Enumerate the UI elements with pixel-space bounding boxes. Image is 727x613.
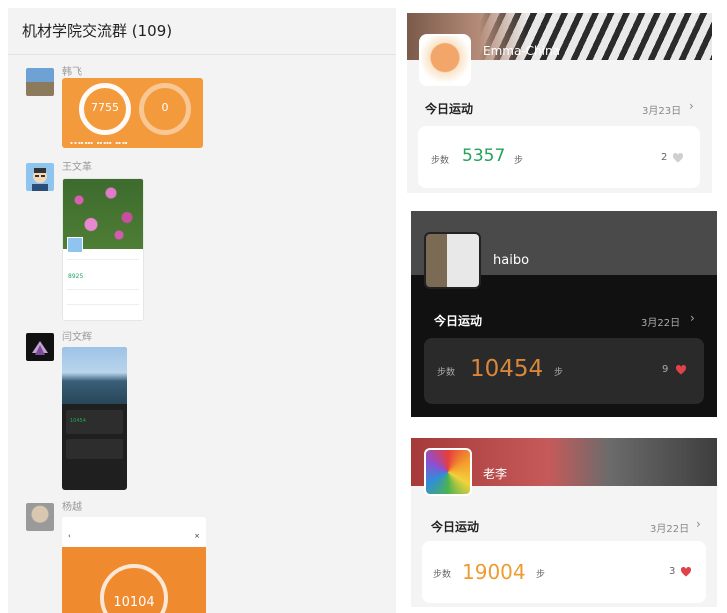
chevron-right-icon[interactable]: › [689, 99, 694, 113]
steps-card[interactable]: 步数 10454 步 9 [424, 338, 704, 404]
shared-image[interactable]: ‹ × 10104 [62, 517, 206, 613]
steps-value: 10454 [470, 356, 544, 382]
steps-value: 10104 [113, 595, 155, 610]
avatar[interactable] [26, 163, 54, 191]
close-icon: × [194, 532, 200, 540]
steps-card: 10454 [66, 410, 123, 434]
divider [67, 289, 139, 290]
sender-name: 王文革 [62, 162, 92, 173]
steps-value: 19004 [462, 560, 526, 584]
avatar[interactable] [26, 333, 54, 361]
steps-label: 步数 [433, 570, 452, 580]
steps-value: 8925 [68, 273, 84, 280]
avatar[interactable] [424, 232, 481, 289]
heart-icon[interactable] [675, 364, 687, 376]
steps-label: 步数 [437, 368, 456, 378]
steps-unit: 步 [536, 570, 546, 580]
divider [8, 54, 396, 55]
sender-name: 闫文辉 [62, 332, 92, 343]
avatar[interactable] [419, 34, 471, 86]
heart-icon[interactable] [672, 152, 684, 164]
today-label: 今日运动 [425, 102, 474, 116]
chevron-right-icon[interactable]: › [690, 311, 695, 325]
steps-card[interactable]: 步数 5357 步 2 [418, 126, 700, 188]
like-count: 3 [669, 566, 676, 577]
ring-value: 7755 [91, 101, 119, 114]
steps-unit: 步 [554, 368, 564, 378]
stat-footer: ▪ ▪ ▪▪ ▪▪▪ ▪▪ ▪▪▪ ▪▪ ▪▪ [70, 140, 128, 145]
shared-image[interactable]: 7755 0 ▪ ▪ ▪▪ ▪▪▪ ▪▪ ▪▪▪ ▪▪ ▪▪ [62, 78, 203, 148]
steps-card[interactable]: 步数 19004 步 3 [422, 541, 706, 603]
back-icon: ‹ [68, 532, 71, 540]
info-card [66, 439, 123, 459]
status-bar [62, 517, 206, 527]
steps-unit: 步 [514, 156, 524, 166]
avatar[interactable] [424, 448, 472, 496]
profile-card: 老李 今日运动 3月22日 › 步数 19004 步 3 [411, 438, 717, 607]
sender-name: 韩飞 [62, 67, 82, 78]
steps-panel: 10104 [62, 547, 206, 613]
steps-label: 步数 [431, 156, 450, 166]
steps-value: 10454 [70, 418, 86, 424]
lake-photo [62, 347, 127, 404]
avatar[interactable] [26, 503, 54, 531]
sender-name: 杨越 [62, 502, 82, 513]
shared-image[interactable]: 8925 [62, 178, 144, 321]
today-label: 今日运动 [434, 314, 483, 328]
today-label: 今日运动 [431, 520, 480, 534]
divider [67, 304, 139, 305]
like-count: 2 [661, 152, 668, 163]
chat-title: 机材学院交流群 (109) [22, 22, 173, 40]
nav-bar: ‹ × [62, 527, 206, 547]
profile-card: haibo 今日运动 3月22日 › 步数 10454 步 9 [411, 211, 717, 417]
chevron-right-icon[interactable]: › [696, 517, 701, 531]
like-count: 9 [662, 364, 669, 375]
shared-image[interactable]: 10454 [62, 347, 127, 490]
date-label[interactable]: 3月22日 [650, 520, 689, 535]
avatar [67, 237, 83, 253]
secondary-ring: 0 [139, 83, 191, 135]
date-label[interactable]: 3月22日 [641, 314, 680, 329]
heart-icon[interactable] [680, 566, 692, 578]
ring-value: 0 [161, 101, 169, 114]
user-name: 老李 [483, 467, 508, 481]
group-chat-panel: 机材学院交流群 (109) 韩飞 7755 0 ▪ ▪ ▪▪ ▪▪▪ ▪▪ ▪▪… [8, 8, 396, 613]
steps-value: 5357 [462, 146, 506, 166]
divider [67, 259, 139, 260]
user-name: haibo [493, 253, 530, 268]
user-name: Emma-China [483, 44, 560, 58]
avatar[interactable] [26, 68, 54, 96]
profile-card: Emma-China 今日运动 3月23日 › 步数 5357 步 2 [407, 13, 712, 193]
steps-ring: 7755 [79, 83, 131, 135]
date-label[interactable]: 3月23日 [642, 102, 681, 117]
